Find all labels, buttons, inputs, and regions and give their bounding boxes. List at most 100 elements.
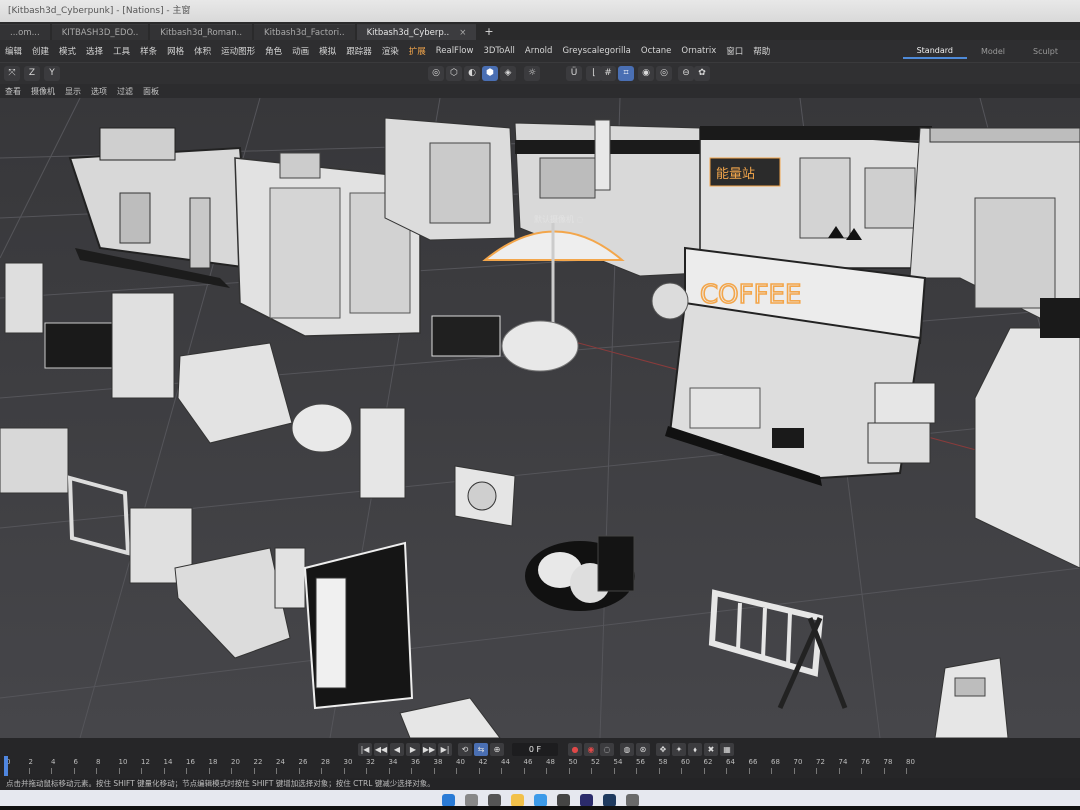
menu-octane[interactable]: Octane — [636, 46, 677, 56]
menu-render[interactable]: 渲染 — [377, 45, 404, 57]
menu-extensions[interactable]: 扩展 — [404, 45, 431, 57]
menu-window[interactable]: 窗口 — [721, 45, 748, 57]
timeline-tick-mark — [658, 768, 660, 774]
search-icon[interactable] — [464, 793, 478, 807]
autokey-icon[interactable]: ◉ — [584, 743, 598, 756]
primitive-cube-icon[interactable]: ⬢ — [482, 66, 498, 81]
menu-select[interactable]: 选择 — [81, 45, 108, 57]
timeline-tick-label: 36 — [411, 758, 420, 766]
next-key-icon[interactable]: ▶▶ — [422, 743, 436, 756]
tab-document-1[interactable]: ...om... — [0, 24, 50, 40]
play-back-icon[interactable]: ◀ — [390, 743, 404, 756]
snap-icon[interactable]: ⌗ — [618, 66, 634, 81]
timeline-tick-label: 80 — [906, 758, 915, 766]
timeline-tick-mark — [523, 768, 525, 774]
menu-character[interactable]: 角色 — [260, 45, 287, 57]
loop-active-icon[interactable]: ⇆ — [474, 743, 488, 756]
render-settings-icon[interactable]: ✿ — [694, 66, 710, 81]
menu-create[interactable]: 创建 — [27, 45, 54, 57]
timeline-tick-mark — [231, 768, 232, 774]
monitor-bezel — [0, 806, 1080, 810]
timeline-tick-label: 78 — [883, 758, 893, 766]
close-tab-icon[interactable]: × — [459, 28, 466, 38]
layout-tab-model[interactable]: Model — [967, 45, 1019, 58]
menu-edit[interactable]: 编辑 — [0, 45, 27, 57]
light-icon[interactable]: ☼ — [524, 66, 540, 81]
tab-document-active[interactable]: Kitbash3d_Cyberp.. × — [356, 24, 477, 40]
cube-create-icon[interactable]: ◎ — [428, 66, 444, 81]
timeline-ruler[interactable]: 0 2 4 6 8 10 12 14 16 18 20 22 24 26 28 30 32 34 36 38 40 42 4… — [0, 758, 1080, 774]
menu-arnold[interactable]: Arnold — [520, 46, 558, 56]
scale-key-icon[interactable]: ⬧ — [688, 743, 702, 756]
magnet-icon[interactable]: Ü — [566, 66, 582, 81]
view-menu-camera[interactable]: 摄像机 — [26, 86, 60, 97]
y-axis-lock-button[interactable]: Y — [44, 66, 60, 81]
menu-simulate[interactable]: 模拟 — [314, 45, 341, 57]
timeline-tick-label: 62 — [703, 758, 713, 766]
menu-mode[interactable]: 模式 — [54, 45, 81, 57]
view-menu-panel[interactable]: 面板 — [138, 86, 164, 97]
pla-key-icon[interactable]: ▦ — [720, 743, 734, 756]
menu-tools[interactable]: 工具 — [108, 45, 135, 57]
loop-icon[interactable]: ⟲ — [458, 743, 472, 756]
layout-tab-standard[interactable]: Standard — [902, 44, 967, 59]
workplane-icon[interactable]: ◉ — [638, 66, 654, 81]
render-region-icon[interactable]: ◎ — [656, 66, 672, 81]
rotate-key-icon[interactable]: ✦ — [672, 743, 686, 756]
neon-sign-text: 能量站 — [716, 167, 755, 182]
grid-icon[interactable]: # — [600, 66, 616, 81]
generator-icon[interactable]: ◐ — [464, 66, 480, 81]
prev-key-icon[interactable]: ◀◀ — [374, 743, 388, 756]
menu-greyscalegorilla[interactable]: Greyscalegorilla — [557, 46, 635, 56]
goto-end-icon[interactable]: ▶| — [438, 743, 452, 756]
menu-mesh[interactable]: 网格 — [162, 45, 189, 57]
premiere-icon[interactable] — [579, 793, 593, 807]
menu-mograph[interactable]: 运动图形 — [216, 45, 260, 57]
windows-start-icon[interactable] — [441, 793, 455, 807]
add-tab-button[interactable]: + — [478, 24, 499, 40]
browser-icon[interactable] — [533, 793, 547, 807]
play-icon[interactable]: ▶ — [406, 743, 420, 756]
speed-icon[interactable]: ⊕ — [490, 743, 504, 756]
timeline-tick-label: 10 — [118, 758, 128, 766]
menu-ornatrix[interactable]: Ornatrix — [676, 46, 721, 56]
current-frame-field[interactable]: 0 F — [512, 743, 558, 756]
view-menu-options[interactable]: 选项 — [86, 86, 112, 97]
view-menu-filter[interactable]: 过滤 — [112, 86, 138, 97]
timeline-tick-label: 58 — [658, 758, 668, 766]
file-explorer-icon[interactable] — [510, 793, 524, 807]
param-key-icon[interactable]: ✖ — [704, 743, 718, 756]
photoshop-icon[interactable] — [602, 793, 616, 807]
task-view-icon[interactable] — [487, 793, 501, 807]
pen-tool-icon[interactable]: ⬡ — [446, 66, 462, 81]
menu-animate[interactable]: 动画 — [287, 45, 314, 57]
view-menu-display[interactable]: 显示 — [60, 86, 86, 97]
render-view-icon[interactable]: ⊖ — [678, 66, 694, 81]
keyframe-icon[interactable]: ◌ — [600, 743, 614, 756]
viewport-scene: 能量站 COFFEE — [0, 98, 1080, 738]
camera-label[interactable]: 默认摄像机 ◌ — [534, 214, 584, 225]
menu-tracker[interactable]: 跟踪器 — [341, 45, 377, 57]
tab-label: Kitbash3d_Roman.. — [160, 28, 243, 38]
record-icon[interactable]: ● — [568, 743, 582, 756]
view-menu-view[interactable]: 查看 — [0, 86, 26, 97]
menu-help[interactable]: 帮助 — [748, 45, 775, 57]
deformer-icon[interactable]: ◈ — [500, 66, 516, 81]
key-mode-icon[interactable]: ⊛ — [636, 743, 650, 756]
key-selection-icon[interactable]: ◍ — [620, 743, 634, 756]
3d-viewport[interactable]: 能量站 COFFEE 默认摄像机 ◌ — [0, 98, 1080, 738]
tab-document-2[interactable]: KITBASH3D_EDO.. — [51, 24, 149, 40]
menu-volume[interactable]: 体积 — [189, 45, 216, 57]
tab-document-4[interactable]: Kitbash3d_Factori.. — [254, 24, 355, 40]
z-axis-lock-button[interactable]: Z — [24, 66, 40, 81]
layout-tab-sculpt[interactable]: Sculpt — [1019, 45, 1072, 58]
menu-spline[interactable]: 样条 — [135, 45, 162, 57]
menu-realflow[interactable]: RealFlow — [431, 46, 479, 56]
tab-document-3[interactable]: Kitbash3d_Roman.. — [150, 24, 253, 40]
goto-start-icon[interactable]: |◀ — [358, 743, 372, 756]
playhead-handle[interactable] — [4, 756, 8, 776]
cinema4d-icon[interactable] — [556, 793, 570, 807]
app-icon[interactable] — [625, 793, 639, 807]
move-key-icon[interactable]: ✥ — [656, 743, 670, 756]
menu-3dtoall[interactable]: 3DToAll — [478, 46, 519, 56]
